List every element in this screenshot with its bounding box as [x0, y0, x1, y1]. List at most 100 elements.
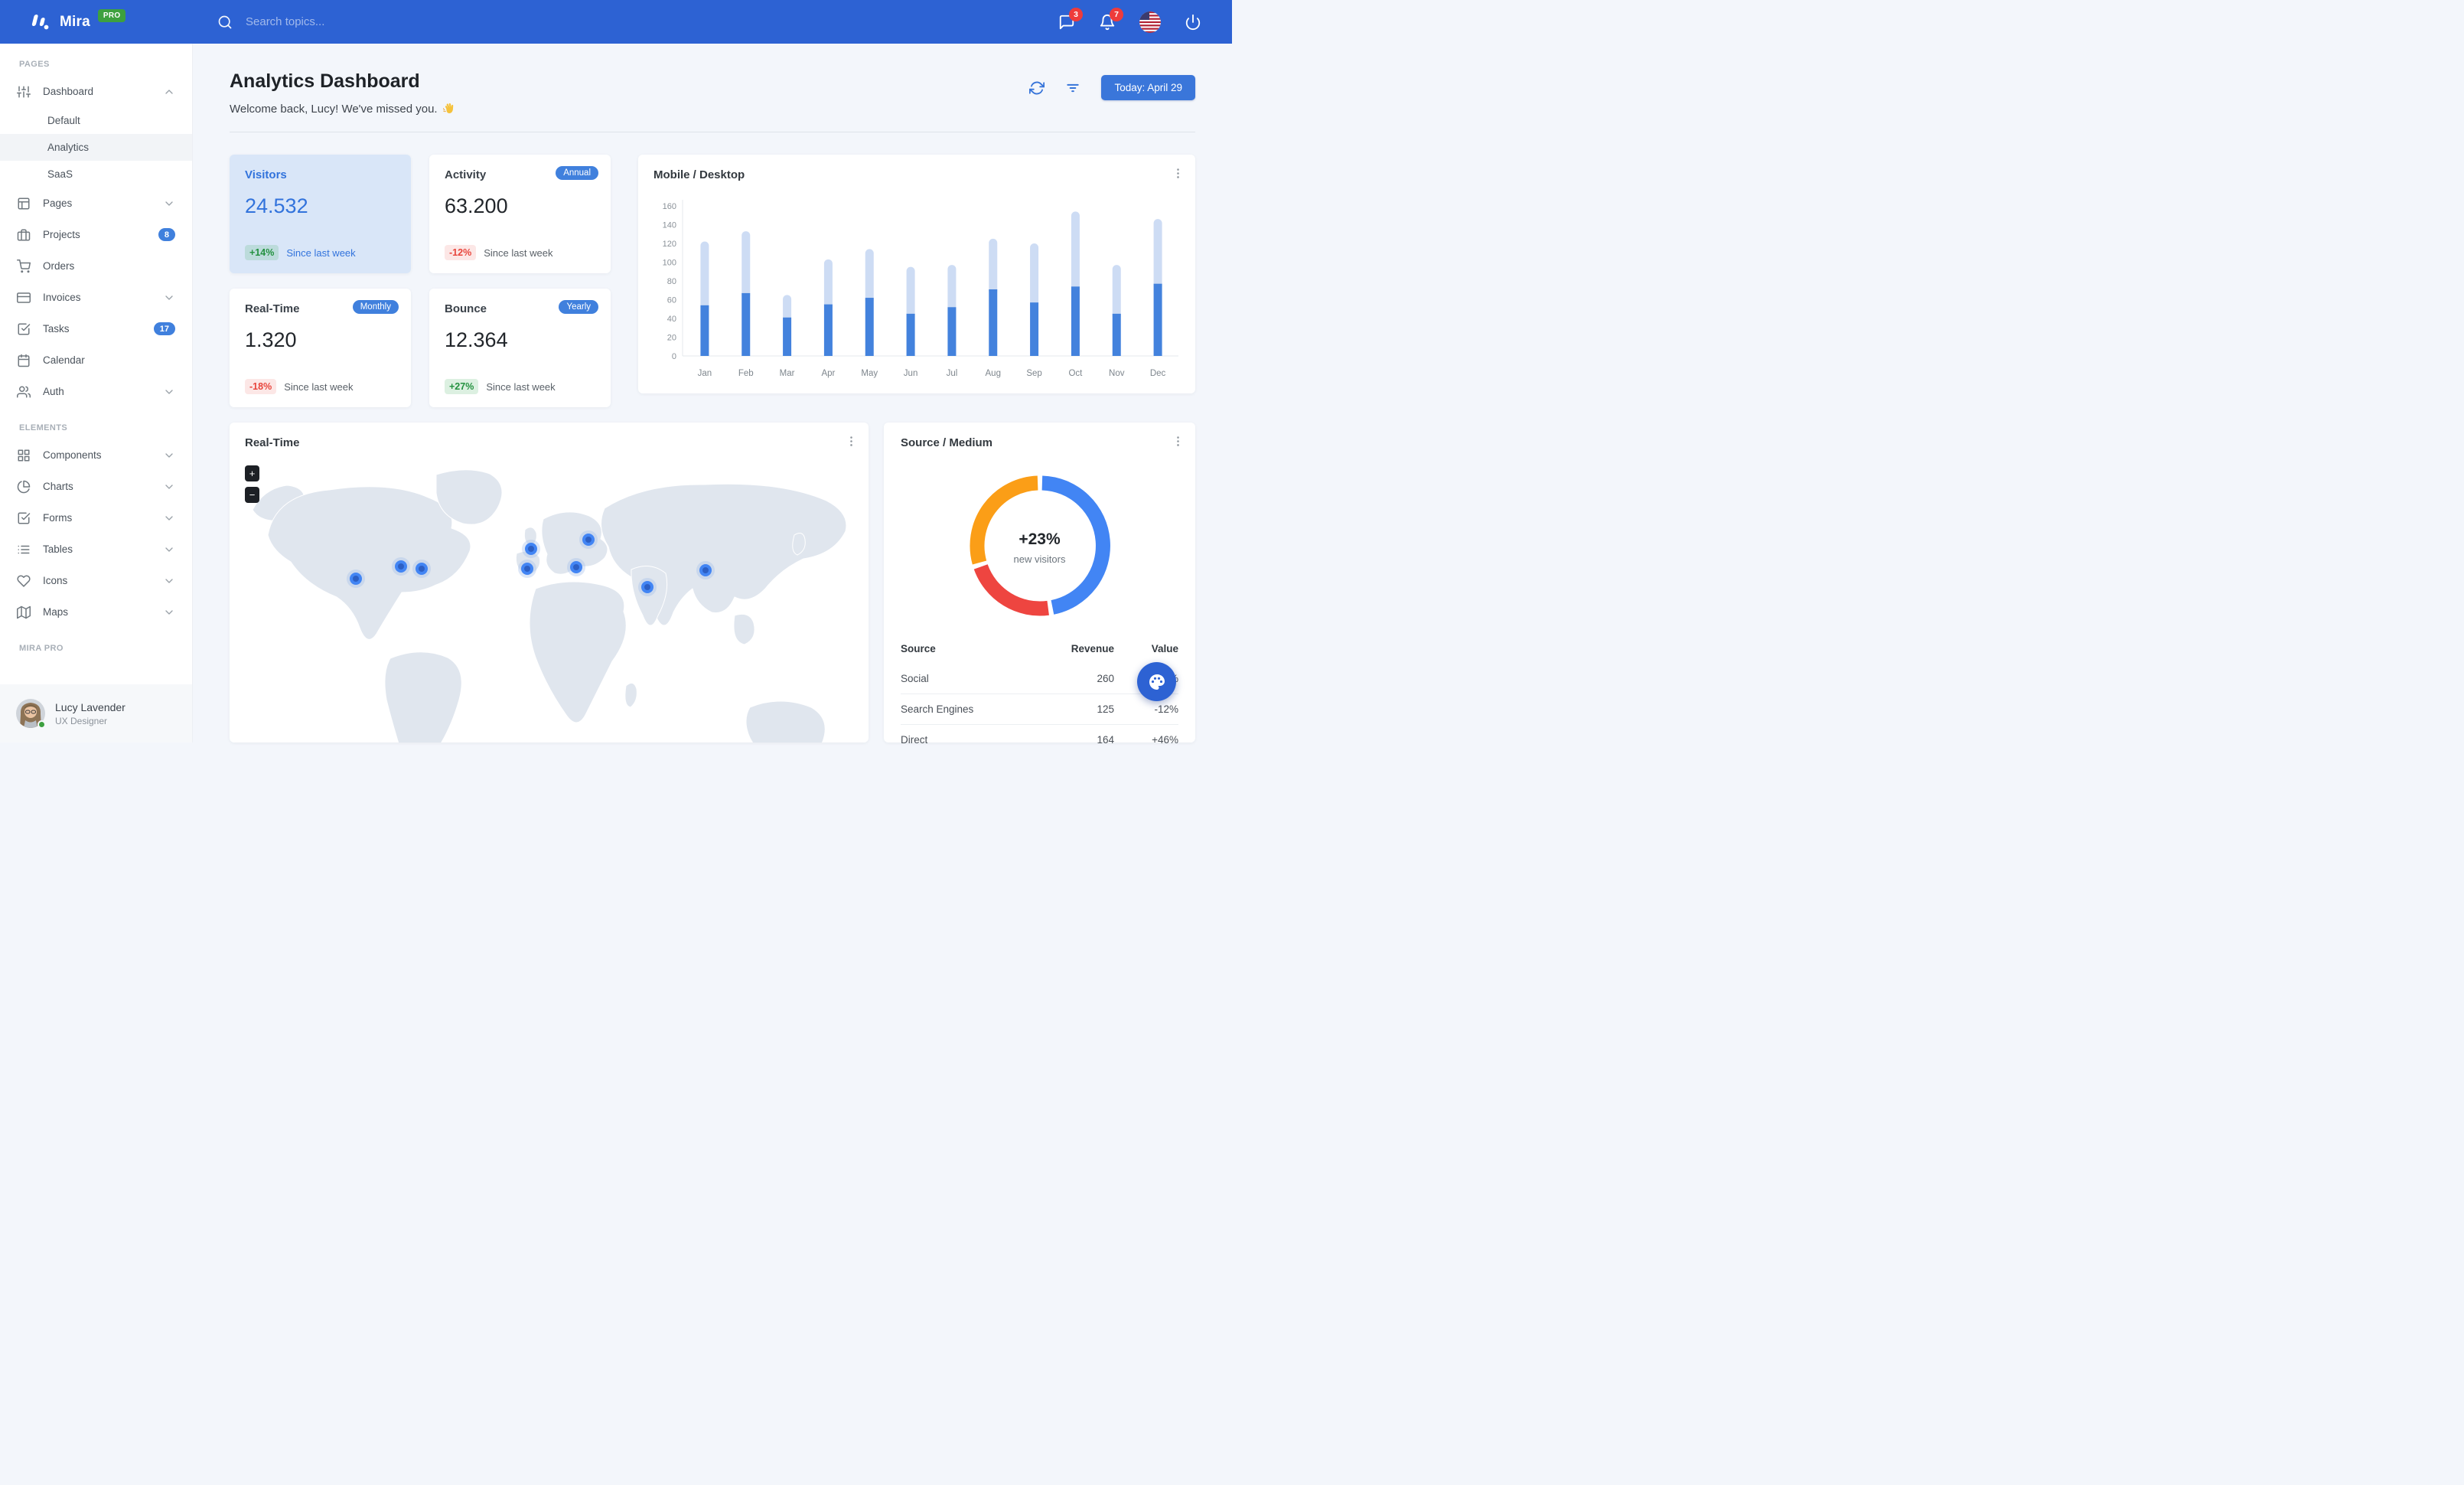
source-menu-button[interactable] — [1172, 435, 1185, 448]
bar-mobile[interactable] — [741, 231, 751, 299]
col-source: Source — [901, 643, 936, 654]
world-map[interactable] — [245, 462, 853, 742]
sidebar-item-icons[interactable]: Icons — [0, 565, 192, 596]
sidebar-item-tables[interactable]: Tables — [0, 534, 192, 565]
map-marker[interactable] — [522, 540, 540, 558]
chart-menu-button[interactable] — [1172, 167, 1185, 180]
bar-desktop[interactable] — [989, 289, 998, 356]
map-menu-button[interactable] — [845, 435, 858, 448]
sidebar-item-default[interactable]: Default — [0, 107, 192, 134]
cell-revenue: 164 — [1029, 724, 1125, 755]
map-marker[interactable] — [638, 578, 657, 596]
user-name: Lucy Lavender — [55, 700, 125, 713]
sidebar-item-charts[interactable]: Charts — [0, 471, 192, 502]
language-button[interactable] — [1139, 11, 1161, 33]
bar-desktop[interactable] — [1030, 302, 1039, 356]
messages-count-badge: 3 — [1069, 7, 1083, 21]
sidebar-item-maps[interactable]: Maps — [0, 596, 192, 628]
bar-desktop[interactable] — [1112, 313, 1121, 356]
sidebar-nav: PAGES Dashboard Default Analytics SaaS Pag… — [0, 44, 192, 660]
online-status-dot — [37, 720, 46, 729]
map-marker[interactable] — [412, 560, 431, 578]
visitors-stat-card: Visitors 24.532 +14% Since last week — [230, 155, 411, 273]
bar-desktop[interactable] — [906, 313, 915, 356]
bar-desktop[interactable] — [700, 305, 709, 356]
bar-desktop[interactable] — [783, 317, 792, 356]
brand-name: Mira — [60, 13, 90, 30]
alerts-count-badge: 7 — [1110, 7, 1123, 21]
messages-button[interactable]: 3 — [1058, 7, 1083, 31]
bar-desktop[interactable] — [865, 298, 874, 356]
map-marker[interactable] — [567, 558, 585, 576]
map-marker[interactable] — [518, 560, 536, 578]
layout-icon — [18, 197, 30, 209]
sidebar-item-analytics[interactable]: Analytics — [0, 134, 192, 161]
dashboard-content: Visitors 24.532 +14% Since last week Act… — [230, 155, 1195, 755]
bar-mobile[interactable] — [1071, 211, 1080, 293]
sidebar-item-invoices[interactable]: Invoices — [0, 282, 192, 313]
map-zoom-in-button[interactable]: + — [245, 465, 259, 481]
bar-mobile[interactable] — [1153, 219, 1162, 290]
sidebar-item-label: Forms — [43, 512, 73, 524]
map-marker[interactable] — [392, 557, 410, 576]
svg-text:140: 140 — [663, 221, 676, 230]
svg-text:Nov: Nov — [1109, 369, 1125, 378]
refresh-icon — [1029, 81, 1045, 94]
avatar — [16, 699, 46, 729]
sidebar-item-pages[interactable]: Pages — [0, 188, 192, 219]
sidebar-item-tasks[interactable]: Tasks 17 — [0, 313, 192, 344]
bar-mobile[interactable] — [947, 265, 957, 314]
sidebar-user[interactable]: Lucy Lavender UX Designer — [0, 684, 192, 742]
sidebar-item-label: Tasks — [43, 323, 70, 335]
logout-button[interactable] — [1185, 14, 1201, 31]
bar-desktop[interactable] — [947, 307, 957, 356]
more-vertical-icon — [1177, 436, 1179, 446]
bar-mobile[interactable] — [906, 266, 915, 320]
map-marker[interactable] — [579, 530, 598, 549]
stat-delta-badge: -12% — [445, 245, 477, 260]
bar-desktop[interactable] — [741, 292, 751, 356]
col-revenue: Revenue — [1071, 643, 1114, 654]
table-row: Search Engines 125 -12% — [901, 694, 1178, 725]
refresh-button[interactable] — [1029, 80, 1045, 96]
stat-period-badge[interactable]: Yearly — [559, 300, 598, 314]
sidebar-item-saas[interactable]: SaaS — [0, 161, 192, 188]
map-marker[interactable] — [696, 561, 715, 579]
bar-desktop[interactable] — [1071, 286, 1080, 356]
svg-text:May: May — [861, 369, 878, 378]
cell-revenue: 260 — [1097, 673, 1114, 684]
sidebar-item-auth[interactable]: Auth — [0, 376, 192, 407]
bar-mobile[interactable] — [1030, 243, 1039, 309]
notifications-button[interactable]: 7 — [1099, 7, 1123, 31]
bar-mobile[interactable] — [823, 259, 833, 311]
date-range-button[interactable]: Today: April 29 — [1101, 75, 1195, 100]
search-input[interactable] — [244, 15, 489, 29]
sidebar-item-calendar[interactable]: Calendar — [0, 344, 192, 376]
stat-caption: Since last week — [286, 246, 356, 259]
sidebar-item-dashboard[interactable]: Dashboard — [0, 76, 192, 107]
cell-source: Direct — [901, 724, 1030, 755]
sidebar-item-orders[interactable]: Orders — [0, 250, 192, 282]
brand[interactable]: Mira PRO — [0, 9, 193, 32]
donut-center-label: new visitors — [1013, 553, 1066, 565]
svg-text:Jul: Jul — [947, 369, 958, 378]
theme-settings-fab[interactable] — [1137, 662, 1176, 701]
bar-desktop[interactable] — [1153, 283, 1162, 356]
palette-icon — [1149, 674, 1165, 690]
filter-button[interactable] — [1065, 80, 1080, 96]
bar-desktop[interactable] — [823, 304, 833, 356]
sidebar-item-label: Components — [43, 449, 102, 461]
bar-mobile[interactable] — [700, 241, 709, 312]
bar-mobile[interactable] — [989, 238, 998, 296]
map-marker[interactable] — [347, 570, 365, 588]
bar-mobile[interactable] — [865, 249, 874, 305]
map-zoom-out-button[interactable]: − — [245, 487, 259, 503]
stat-cards: Visitors 24.532 +14% Since last week Act… — [230, 155, 611, 407]
stat-period-badge[interactable]: Annual — [556, 166, 598, 180]
sidebar-item-components[interactable]: Components — [0, 439, 192, 471]
stat-period-badge[interactable]: Monthly — [352, 300, 399, 314]
sidebar-item-label: Projects — [43, 229, 80, 240]
sidebar-item-forms[interactable]: Forms — [0, 502, 192, 534]
sidebar-item-projects[interactable]: Projects 8 — [0, 219, 192, 250]
bar-mobile[interactable] — [1112, 265, 1121, 320]
